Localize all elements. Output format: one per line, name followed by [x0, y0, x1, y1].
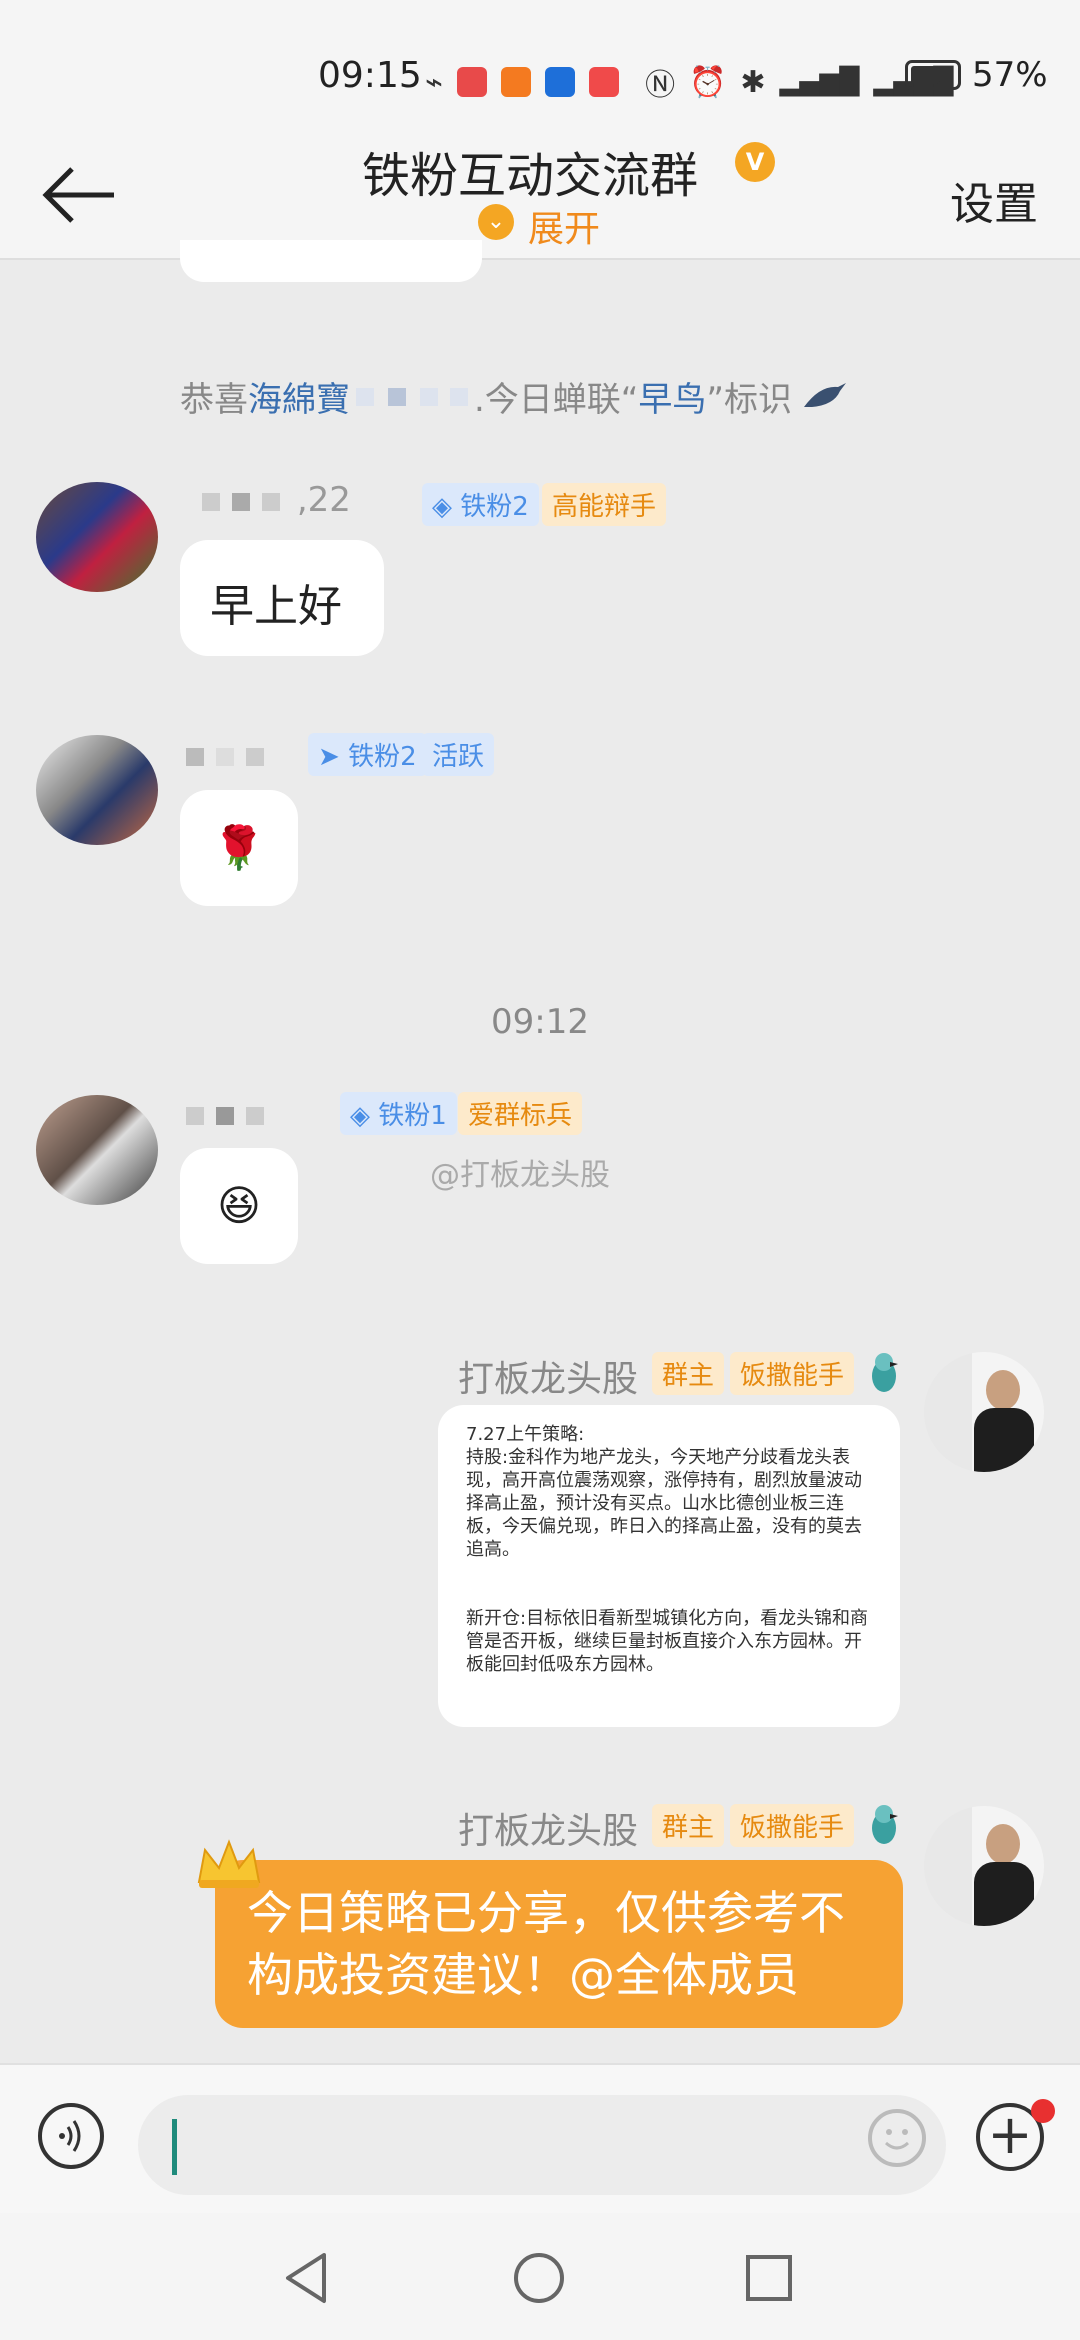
text-caret [172, 2119, 177, 2175]
sender-name[interactable]: 打板龙头股 [458, 1802, 638, 1854]
group-title: 铁粉互动交流群 [362, 148, 699, 204]
expand-button[interactable]: 展开 [528, 200, 600, 252]
owner-announcement-bubble[interactable]: 今日策略已分享，仅供参考不构成投资建议！@全体成员 [215, 1860, 903, 2028]
nav-recents-icon[interactable] [744, 2253, 794, 2303]
voice-input-button[interactable] [38, 2103, 104, 2169]
message-bubble[interactable]: 😆 [180, 1148, 298, 1264]
battery-percent: 57% [972, 55, 1048, 95]
nav-back-icon[interactable] [282, 2251, 332, 2305]
link-icon: ⌁ [425, 64, 444, 100]
status-time: 09:15 [318, 55, 422, 96]
voice-icon [59, 2120, 81, 2152]
battery-fill [911, 66, 940, 84]
rose-icon: 🌹 [212, 823, 266, 872]
laughing-emoji-icon: 😆 [217, 1181, 261, 1230]
smiley-icon [884, 2129, 910, 2150]
avatar[interactable] [36, 482, 158, 592]
redacted-block [388, 387, 406, 406]
owner-avatar[interactable] [924, 1806, 1044, 1926]
message-bubble[interactable]: 🌹 [180, 790, 298, 906]
notice-middle: .今日蝉联“ [474, 380, 639, 420]
redacted-block [356, 387, 374, 406]
taobao-icon [501, 67, 532, 97]
redacted-block [420, 387, 438, 406]
bluetooth-icon: ✱ [740, 64, 766, 100]
status-bar: 09:15 ⌁ Ⓝ ⏰ ✱ ▂▄▆█ ▂▄▆█ 57% [0, 0, 1080, 130]
back-arrow-icon[interactable] [40, 165, 120, 225]
parrot-icon [872, 1805, 898, 1844]
signal-icon: ▂▄▆█ [779, 67, 860, 97]
message-bubble[interactable]: 早上好 [180, 540, 384, 656]
avatar[interactable] [36, 735, 158, 845]
avatar[interactable] [36, 1095, 158, 1205]
fan-level-tag: ◈ 铁粉2 [422, 483, 539, 526]
member-title-tag: 饭撒能手 [730, 1804, 855, 1847]
sender-name[interactable] [180, 735, 270, 775]
notification-dot [1031, 2099, 1055, 2123]
notice-badge: 早鸟 [638, 380, 707, 420]
notice-prefix: 恭喜 [180, 380, 248, 420]
nav-home-icon[interactable] [512, 2251, 566, 2305]
chevron-down-icon[interactable]: ⌄ [478, 204, 514, 240]
member-title-tag: 爱群标兵 [458, 1092, 583, 1135]
battery-icon [905, 60, 961, 90]
sender-name[interactable] [180, 1094, 270, 1134]
owner-avatar[interactable] [924, 1352, 1044, 1472]
sender-name[interactable]: 打板龙头股 [458, 1350, 638, 1402]
owner-tag: 群主 [652, 1804, 725, 1847]
fan-level-tag: ◈ 铁粉1 [340, 1092, 457, 1135]
member-title-tag: 活跃 [422, 733, 495, 776]
owner-tag: 群主 [652, 1352, 725, 1395]
notice-user[interactable]: 海綿寶 [248, 372, 350, 421]
strategy-message-bubble[interactable]: 7.27上午策略: 持股:金科作为地产龙头，今天地产分歧看龙头表现，高开高位震荡… [438, 1405, 900, 1727]
settings-button[interactable]: 设置 [950, 168, 1038, 232]
emoji-button[interactable] [868, 2109, 926, 2167]
nfc-icon: Ⓝ [645, 68, 676, 103]
alarm-icon: ⏰ [689, 64, 727, 100]
time-divider: 09:12 [491, 1002, 589, 1042]
chat-header: 铁粉互动交流群 V ⌄ 展开 设置 [0, 130, 1080, 260]
member-title-tag: 高能辩手 [542, 483, 667, 526]
shop-app-icon [589, 67, 620, 97]
bulb-app-icon [545, 67, 576, 97]
notice-suffix: ”标识 [706, 380, 793, 420]
watermark: @打板龙头股 [430, 1158, 610, 1193]
fan-level-tag: ➤ 铁粉2 [308, 733, 427, 776]
message-input[interactable] [138, 2095, 946, 2195]
partial-message-bubble [180, 240, 482, 282]
sender-name[interactable]: ,22 [196, 480, 351, 520]
system-nav-bar [0, 2213, 1080, 2340]
bird-icon [804, 382, 847, 407]
message-text: 早上好 [210, 581, 342, 632]
app-notification-icon [457, 67, 488, 97]
member-title-tag: 饭撒能手 [730, 1352, 855, 1395]
input-bar: + [0, 2063, 1080, 2213]
status-icons: ⌁ Ⓝ ⏰ ✱ ▂▄▆█ ▂▄▆█ [425, 60, 954, 104]
system-notice: 恭喜 海綿寶 .今日蝉联“ 早鸟 ”标识 [180, 372, 848, 421]
verified-badge-icon: V [735, 142, 775, 182]
parrot-icon [872, 1353, 898, 1392]
crown-icon [197, 1839, 261, 1888]
redacted-block [450, 387, 468, 406]
